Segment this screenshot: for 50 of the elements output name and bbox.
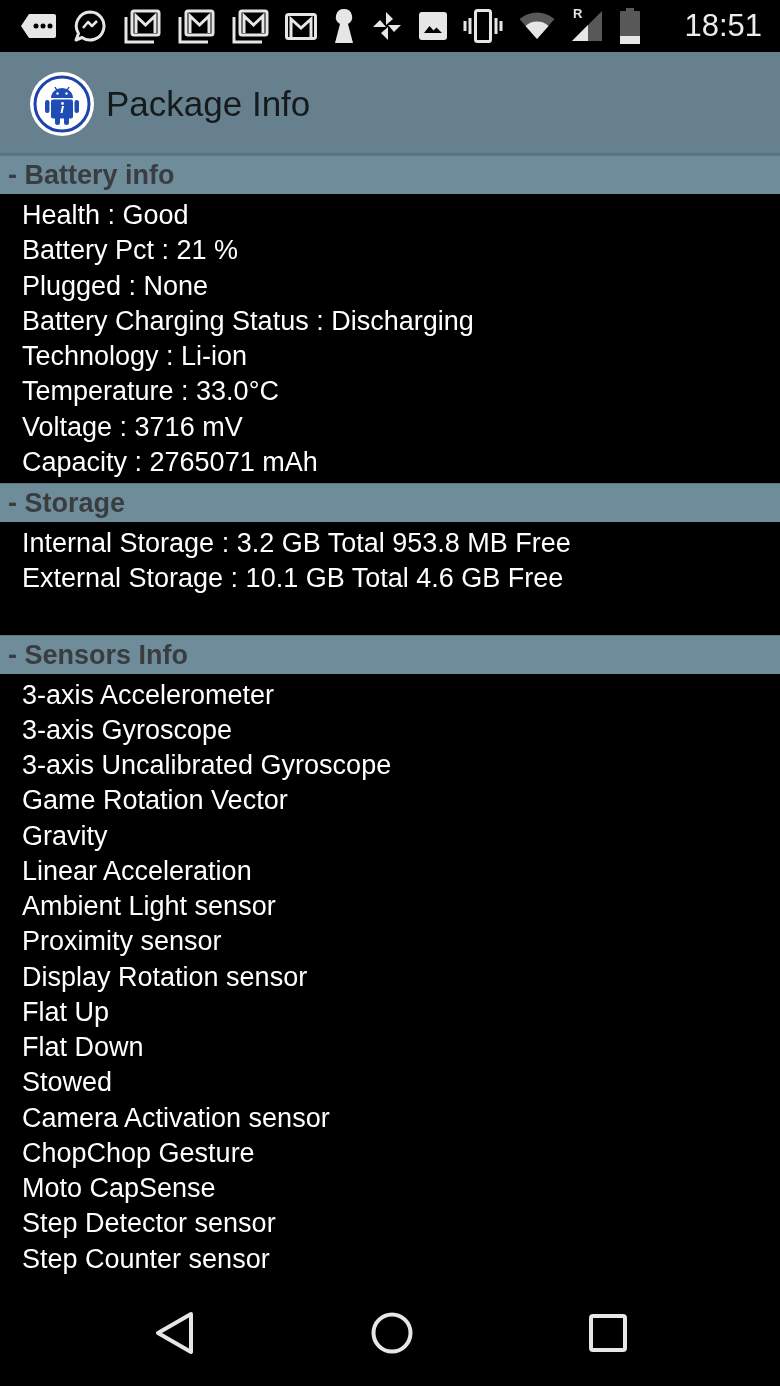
info-row-text: 3-axis Uncalibrated Gyroscope xyxy=(21,749,392,782)
clock-time: 18:51 xyxy=(684,8,762,44)
robot-logo-icon xyxy=(30,71,94,136)
roaming-indicator: R xyxy=(573,7,583,21)
battery-icon xyxy=(619,8,641,44)
info-row-text: External Storage : 10.1 GB Total 4.6 GB Free xyxy=(21,562,564,596)
mail-stack-icon xyxy=(177,8,215,44)
recent-apps-icon[interactable] xyxy=(589,1313,627,1352)
info-row-text: Battery Pct : 21 % xyxy=(21,234,239,268)
home-icon[interactable] xyxy=(371,1311,413,1354)
info-row-text: Linear Acceleration xyxy=(21,854,252,888)
signal-icon xyxy=(571,10,603,42)
info-row-text: ChopChop Gesture xyxy=(21,1136,255,1170)
app-title: Package Info xyxy=(106,83,311,124)
chat-bubble-icon xyxy=(73,9,107,43)
section-header[interactable]: - Sensors Info xyxy=(0,634,780,674)
mail-stack-icon xyxy=(231,8,269,44)
info-row-text: Plugged : None xyxy=(21,269,209,303)
info-row-text: Flat Down xyxy=(21,1031,144,1064)
section-header[interactable]: - Battery info xyxy=(0,155,780,194)
keyhole-icon xyxy=(333,8,355,44)
info-row-text: Step Counter sensor xyxy=(21,1242,270,1276)
info-row-text: Moto CapSense xyxy=(21,1172,216,1205)
info-row-text: 3-axis Gyroscope xyxy=(21,713,233,747)
more-notifications-icon xyxy=(20,13,57,39)
info-row-text: Display Rotation sensor xyxy=(21,960,308,994)
info-row-text: Technology : Li-ion xyxy=(21,340,248,373)
info-row-text: Proximity sensor xyxy=(21,925,222,959)
info-row-text: Camera Activation sensor xyxy=(21,1101,330,1135)
info-row-text: Health : Good xyxy=(21,199,189,232)
info-row-text: Step Detector sensor xyxy=(21,1207,276,1241)
mail-icon xyxy=(285,12,317,40)
info-row-text: 3-axis Accelerometer xyxy=(21,678,275,712)
info-row-text: Capacity : 2765071 mAh xyxy=(21,445,318,479)
info-row-text: Temperature : 33.0°C xyxy=(21,375,279,409)
info-row-text: Voltage : 3716 mV xyxy=(21,410,243,444)
image-icon xyxy=(419,12,447,40)
wifi-icon xyxy=(519,12,555,40)
info-row-text: Internal Storage : 3.2 GB Total 953.8 MB Free xyxy=(21,527,571,560)
info-row-text: Gravity xyxy=(21,819,108,853)
pinwheel-icon xyxy=(371,10,403,42)
info-row-text: Stowed xyxy=(21,1066,113,1100)
info-row-text: Ambient Light sensor xyxy=(21,890,276,923)
section-header[interactable]: - Storage xyxy=(0,483,780,522)
vibrate-icon xyxy=(463,8,503,44)
info-row-text: Battery Charging Status : Discharging xyxy=(21,304,474,338)
back-icon[interactable] xyxy=(155,1310,195,1355)
info-row-text: Flat Up xyxy=(21,995,110,1029)
mail-stack-icon xyxy=(123,8,161,44)
info-row-text: Game Rotation Vector xyxy=(21,784,288,818)
